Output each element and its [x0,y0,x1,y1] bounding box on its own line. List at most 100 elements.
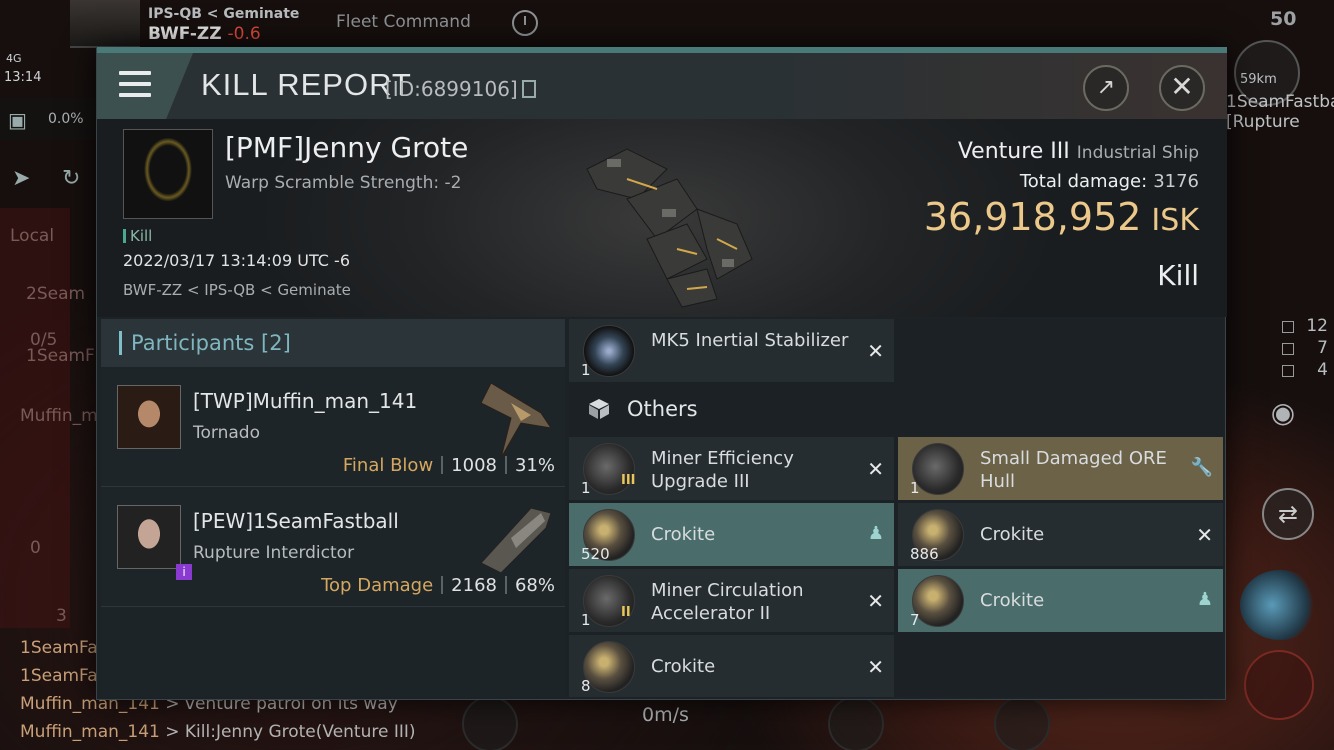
clock-icon[interactable] [512,10,538,36]
hud-counts: 12 7 4 [1276,316,1334,382]
item-name: MK5 Inertial Stabilizer [651,330,849,351]
final-blow-label: Final Blow [342,455,434,476]
item-slot[interactable]: 1 Small Damaged ORE Hull 🔧 [898,437,1223,501]
module-button[interactable] [994,696,1050,750]
item-quantity: 1 [581,611,591,629]
item-slot[interactable]: 1 II Miner Circulation Accelerator II ✕ [569,569,894,633]
participant-damage: 2168 [451,575,497,596]
participants-count: [2] [261,331,291,355]
cargo-icon: ▣ [8,108,27,132]
hud-count-neutral: 7 [1276,338,1334,360]
participant-name: [TWP]Muffin_man_141 [193,389,418,413]
chat-sender: Muffin_man_141 [20,722,160,742]
network-indicator: 4G [6,52,22,65]
stabilizer-icon [583,325,635,377]
item-name: Crokite [980,590,1045,611]
warp-scramble-strength: Warp Scramble Strength: -2 [225,173,462,193]
locked-target[interactable]: 59km 1SeamFastball [Rupture [1226,40,1334,132]
chat-sender: 1SeamFa [20,638,98,658]
top-damage-label: Top Damage [321,575,434,596]
dialog-title: KILL REPORT [201,67,412,102]
speed-readout: 0m/s [642,704,689,726]
chat-line: Muffin_man_141 > Kill:Jenny Grote(Ventur… [20,722,416,742]
destroyed-icon: ✕ [867,655,884,679]
total-damage: Total damage: 3176 [1020,171,1199,192]
item-slot[interactable]: 7 Crokite ♟ [898,569,1223,633]
dialog-titlebar: KILL REPORT [ID:6899106] ↗ ✕ [97,53,1227,119]
bg-overview-entry: Muffin_ma [20,406,109,426]
share-icon: ↗ [1096,75,1116,100]
isk-value: 36,918,952 ISK [924,195,1199,239]
hud-security-status: -0.6 [227,24,261,44]
item-name: Small Damaged ORE Hull [980,448,1167,492]
hud-system-name: BWF-ZZ [148,24,222,44]
weapon-module-button[interactable] [1240,570,1320,640]
victim-portrait[interactable] [123,129,213,219]
participants-label: Participants [131,331,255,355]
victim-name[interactable]: [PMF]Jenny Grote [225,131,468,164]
victim-ship-image[interactable] [567,129,767,309]
participant-damage-pct: 31% [514,455,555,476]
chat-sender: 1SeamFa [20,666,98,686]
participants-header: Participants [2] [101,319,565,367]
person-icon: ♟ [867,523,884,544]
target-name: 1SeamFastball [1226,92,1334,112]
hud-count-hostile: 12 [1276,316,1334,338]
item-quantity: 520 [581,545,610,563]
item-name: Miner Circulation Accelerator II [651,580,804,624]
participant-ship-image [480,382,553,459]
item-quantity: 1 [581,361,591,379]
chat-message: > Kill:Jenny Grote(Venture III) [165,722,416,742]
hud-count-friendly: 4 [1276,360,1334,382]
module-button[interactable] [828,696,884,750]
hull-icon [912,443,964,495]
eye-icon[interactable]: ◉ [1262,396,1304,442]
kill-id[interactable]: [ID:6899106] [385,77,536,101]
item-quantity: 7 [910,611,920,629]
ship-name[interactable]: Venture III Industrial Ship [958,139,1199,164]
target-distance: 59km [1240,72,1277,87]
hud-location-constellation: IPS-QB < Geminate [148,6,300,22]
menu-button[interactable] [97,53,193,119]
module-button[interactable] [1244,650,1314,720]
camera-button[interactable] [462,696,518,750]
item-name: Crokite [651,524,716,545]
participant-portrait[interactable]: i [117,505,192,580]
share-button[interactable]: ↗ [1083,65,1129,111]
swap-icon[interactable]: ⇄ [1262,488,1314,540]
navigate-icon[interactable]: ➤ [12,166,30,191]
participant-row[interactable]: i [PEW]1SeamFastball Rupture Interdictor… [101,489,565,607]
participant-row[interactable]: [TWP]Muffin_man_141 Tornado Final Blow 10… [101,369,565,487]
autopilot-icon[interactable]: ↻ [62,166,80,191]
copy-icon[interactable] [521,80,536,98]
item-slot[interactable]: 8 Crokite ✕ [569,635,894,697]
wrench-icon: 🔧 [1190,457,1213,478]
destroyed-icon: ✕ [867,339,884,363]
hud-location-system[interactable]: BWF-ZZ -0.6 [148,24,261,44]
fleet-command-button[interactable]: Fleet Command [336,12,471,32]
participant-damage: 1008 [451,455,497,476]
participant-stats: Final Blow 1008 31% [343,455,555,476]
kill-location: BWF-ZZ < IPS-QB < Geminate [123,281,351,299]
participant-ship: Rupture Interdictor [193,543,355,563]
target-subtitle: [Rupture [1226,112,1300,132]
tier-badge: II [621,605,631,620]
participants-title: Participants [2] [131,331,291,355]
item-name: Miner Efficiency Upgrade III [651,448,794,492]
item-slot[interactable]: 1 III Miner Efficiency Upgrade III ✕ [569,437,894,501]
cargo-button[interactable]: ▣ 0.0% [0,98,96,140]
item-slot[interactable]: 886 Crokite ✕ [898,503,1223,567]
ore-icon [583,641,635,693]
item-slot[interactable]: 520 Crokite ♟ [569,503,894,567]
isk-unit: ISK [1151,203,1199,238]
bg-local-tab: Local [10,226,55,246]
kill-type-tag: Kill [123,227,152,245]
player-portrait[interactable] [70,0,140,48]
header-accent [119,331,122,355]
participant-portrait[interactable] [117,385,181,449]
isk-amount: 36,918,952 [923,195,1142,239]
total-damage-value: 3176 [1153,171,1199,192]
close-button[interactable]: ✕ [1159,65,1205,111]
kill-result: Kill [1157,259,1199,292]
item-slot[interactable]: 1 MK5 Inertial Stabilizer ✕ [569,319,894,383]
